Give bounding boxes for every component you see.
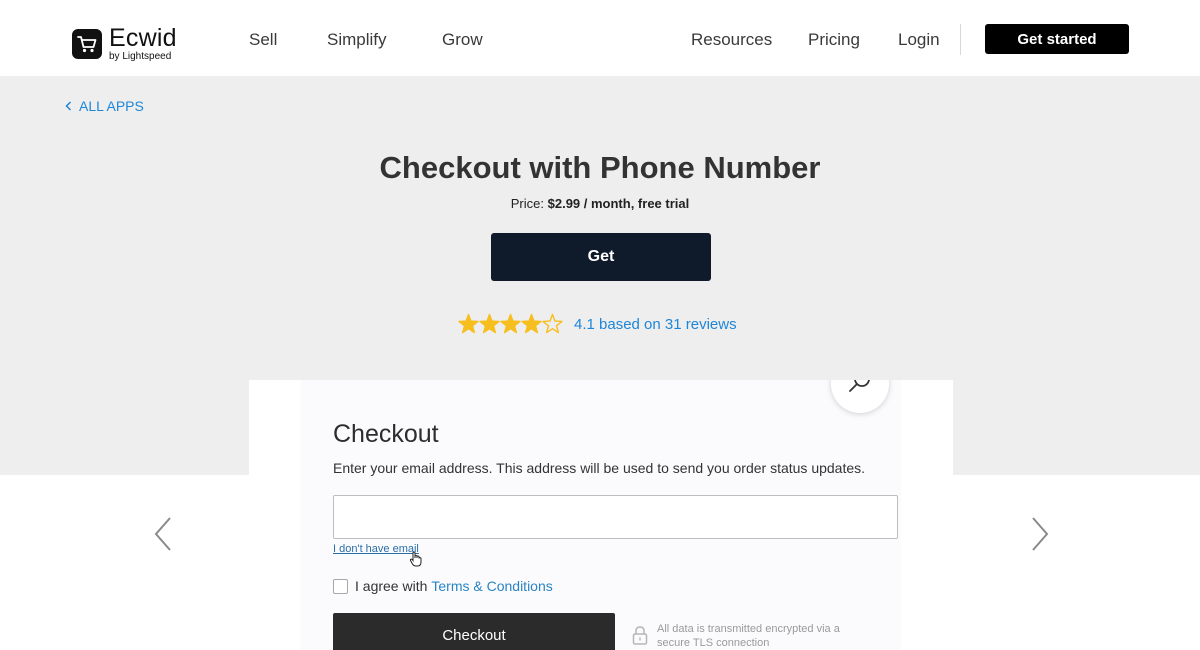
lock-icon — [631, 625, 649, 650]
nav-pricing[interactable]: Pricing — [808, 30, 860, 50]
arrow-right-icon[interactable] — [1025, 512, 1055, 556]
nav-simplify[interactable]: Simplify — [327, 30, 387, 50]
ecwid-logo[interactable]: Ecwid by Lightspeed — [72, 26, 177, 62]
nav-login[interactable]: Login — [898, 30, 940, 50]
terms-link[interactable]: Terms & Conditions — [431, 578, 552, 594]
app-title: Checkout with Phone Number — [379, 150, 821, 185]
hand-cursor-icon — [409, 551, 423, 571]
secure-note: All data is transmitted encrypted via a … — [657, 623, 840, 649]
logo-name: Ecwid — [109, 24, 177, 52]
checkout-title: Checkout — [333, 420, 439, 448]
nav-divider — [960, 24, 961, 55]
logo-sub: by Lightspeed — [109, 51, 172, 62]
rating: 4.1 based on 31 reviews — [458, 313, 737, 335]
price-line: Price: $2.99 / month, free trial — [0, 196, 1200, 211]
app-screenshot-slide: Checkout Enter your email address. This … — [249, 380, 953, 650]
all-apps-label: ALL APPS — [79, 98, 144, 114]
nav-sell[interactable]: Sell — [249, 30, 277, 50]
email-field[interactable] — [333, 495, 898, 539]
nav-grow[interactable]: Grow — [442, 30, 483, 50]
cart-logo-icon — [72, 29, 102, 59]
price-label: Price: — [510, 196, 544, 211]
nav-resources[interactable]: Resources — [691, 30, 772, 50]
search-zoom-icon — [847, 380, 873, 400]
star-icons — [458, 313, 563, 334]
rating-text[interactable]: 4.1 based on 31 reviews — [574, 316, 737, 333]
terms-agreement: I agree with Terms & Conditions — [333, 578, 553, 594]
no-email-link[interactable]: I don't have email — [333, 543, 419, 555]
chevron-left-icon — [65, 99, 72, 114]
site-header: Ecwid by Lightspeed Sell Simplify Grow R… — [0, 0, 1200, 76]
star-rating — [458, 313, 564, 335]
all-apps-link[interactable]: ALL APPS — [65, 98, 144, 114]
get-app-button[interactable]: Get — [491, 233, 711, 281]
star-outline-icon — [542, 313, 563, 334]
arrow-left-icon[interactable] — [148, 512, 178, 556]
terms-checkbox[interactable] — [333, 578, 348, 594]
checkout-button[interactable]: Checkout — [333, 613, 615, 650]
get-started-button[interactable]: Get started — [985, 24, 1129, 54]
price-value: $2.99 / month, free trial — [547, 196, 690, 211]
agree-label: I agree with — [355, 578, 428, 594]
logo-text: Ecwid by Lightspeed — [109, 26, 177, 62]
checkout-description: Enter your email address. This address w… — [333, 460, 866, 476]
